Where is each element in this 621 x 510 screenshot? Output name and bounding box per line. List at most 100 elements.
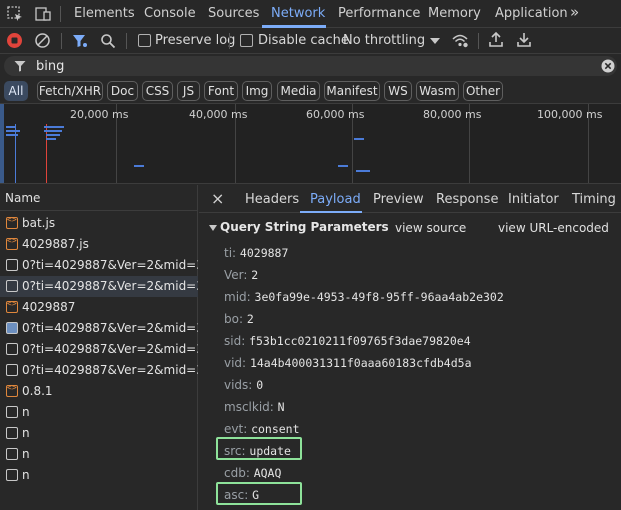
network-toolbar: Preserve log Disable cache No throttling (0, 28, 621, 54)
script-file-icon (6, 236, 18, 250)
filter-icon (14, 61, 26, 72)
chip-fetch-xhr[interactable]: Fetch/XHR (37, 81, 103, 101)
request-name: 0.8.1 (22, 384, 53, 398)
name-column-header[interactable]: Name (0, 185, 198, 211)
chip-img[interactable]: Img (242, 81, 272, 101)
request-row[interactable]: 0.8.1 (0, 381, 198, 402)
tab-timing[interactable]: Timing (572, 192, 616, 207)
tab-preview[interactable]: Preview (373, 192, 424, 207)
filter-funnel-icon[interactable] (72, 33, 88, 49)
divider (478, 33, 479, 49)
chip-ws[interactable]: WS (384, 81, 412, 101)
timeline-overview[interactable]: 20,000 ms 40,000 ms 60,000 ms 80,000 ms … (0, 104, 621, 184)
param-row: mid: 3e0fa99e-4953-49f8-95ff-96aa4ab2e30… (224, 290, 504, 304)
clear-icon[interactable] (34, 32, 51, 49)
tab-elements[interactable]: Elements (74, 6, 135, 21)
tab-network[interactable]: Network (271, 6, 325, 21)
preserve-log-checkbox[interactable] (138, 34, 151, 47)
throttling-select[interactable]: No throttling (343, 33, 425, 48)
param-row: evt: consent (224, 422, 300, 436)
request-row[interactable]: 0?ti=4029887&Ver=2&mid=3... (0, 339, 198, 360)
chip-media[interactable]: Media (277, 81, 320, 101)
document-icon (6, 259, 18, 271)
request-row[interactable]: n (0, 423, 198, 444)
view-url-encoded-button[interactable]: view URL-encoded (498, 221, 609, 235)
request-row-selected[interactable]: 0?ti=4029887&Ver=2&mid=3... (0, 276, 198, 297)
timeline-bar (338, 165, 348, 167)
param-key: evt: (224, 422, 248, 436)
disable-cache-checkbox[interactable] (240, 34, 253, 47)
document-icon (6, 343, 18, 355)
import-har-icon[interactable] (488, 31, 504, 48)
chip-doc[interactable]: Doc (107, 81, 138, 101)
section-title[interactable]: Query String Parameters (220, 220, 389, 234)
request-row[interactable]: 0?ti=4029887&Ver=2&mid=3... (0, 360, 198, 381)
more-tabs-chevron-icon[interactable]: » (570, 3, 579, 21)
param-value: 2 (251, 268, 259, 282)
param-key: vid: (224, 356, 247, 370)
request-row[interactable]: n (0, 465, 198, 486)
param-key: cdb: (224, 466, 250, 480)
timeline-bar (134, 165, 144, 167)
param-row: cdb: AQAQ (224, 466, 281, 480)
filter-input[interactable]: bing (4, 56, 617, 76)
load-event-marker (46, 124, 47, 183)
chip-css[interactable]: CSS (142, 81, 173, 101)
document-icon (6, 448, 18, 460)
tab-initiator[interactable]: Initiator (508, 192, 559, 207)
chip-all[interactable]: All (4, 81, 28, 101)
inspect-element-icon[interactable] (6, 5, 24, 23)
script-file-icon (6, 299, 18, 313)
device-toolbar-icon[interactable] (34, 5, 52, 23)
timeline-bar (354, 138, 364, 140)
chip-wasm[interactable]: Wasm (416, 81, 459, 101)
view-source-button[interactable]: view source (395, 221, 466, 235)
param-key: vids: (224, 378, 253, 392)
tab-performance[interactable]: Performance (338, 6, 420, 21)
timeline-tick-label: 20,000 ms (70, 108, 129, 121)
request-row[interactable]: 0?ti=4029887&Ver=2&mid=3... (0, 318, 198, 339)
chip-manifest[interactable]: Manifest (324, 81, 380, 101)
request-row[interactable]: n (0, 402, 198, 423)
column-header-label: Name (5, 191, 41, 205)
stop-recording-icon[interactable] (6, 32, 23, 49)
request-row[interactable]: bat.js (0, 213, 198, 234)
tab-sources[interactable]: Sources (208, 6, 259, 21)
chip-js[interactable]: JS (177, 81, 200, 101)
param-row: Ver: 2 (224, 268, 258, 282)
request-row[interactable]: 0?ti=4029887&Ver=2&mid=3... (0, 255, 198, 276)
divider (229, 33, 230, 49)
tab-memory[interactable]: Memory (428, 6, 481, 21)
request-row[interactable]: 4029887.js (0, 234, 198, 255)
chevron-down-icon[interactable] (430, 38, 440, 44)
request-row[interactable]: 4029887 (0, 297, 198, 318)
close-icon[interactable]: × (211, 189, 224, 208)
document-icon (6, 364, 18, 376)
search-icon[interactable] (100, 33, 116, 49)
clear-filter-icon[interactable] (601, 59, 615, 73)
tab-payload[interactable]: Payload (310, 192, 361, 207)
param-key: bo: (224, 312, 244, 326)
timeline-bar (6, 126, 16, 128)
expand-triangle-icon[interactable] (209, 225, 217, 231)
timeline-selection-handle[interactable] (0, 104, 4, 183)
param-value: 4029887 (239, 246, 289, 260)
tab-response[interactable]: Response (436, 192, 498, 207)
request-name: 4029887 (22, 300, 76, 314)
tab-console[interactable]: Console (144, 6, 196, 21)
param-key: msclkid: (224, 400, 274, 414)
chip-font[interactable]: Font (204, 81, 238, 101)
param-row: msclkid: N (224, 400, 285, 414)
filter-value[interactable]: bing (36, 59, 64, 74)
tab-headers[interactable]: Headers (245, 192, 299, 207)
network-conditions-icon[interactable] (451, 32, 469, 49)
export-har-icon[interactable] (516, 31, 532, 48)
disable-cache-label: Disable cache (258, 33, 349, 48)
tab-application[interactable]: Application (495, 6, 568, 21)
param-row: sid: f53b1cc0210211f09765f3dae79820e4 (224, 334, 471, 348)
request-name: n (22, 405, 30, 419)
timeline-tick-label: 80,000 ms (423, 108, 482, 121)
request-name: 0?ti=4029887&Ver=2&mid=3... (22, 258, 198, 272)
chip-other[interactable]: Other (463, 81, 503, 101)
request-row[interactable]: n (0, 444, 198, 465)
